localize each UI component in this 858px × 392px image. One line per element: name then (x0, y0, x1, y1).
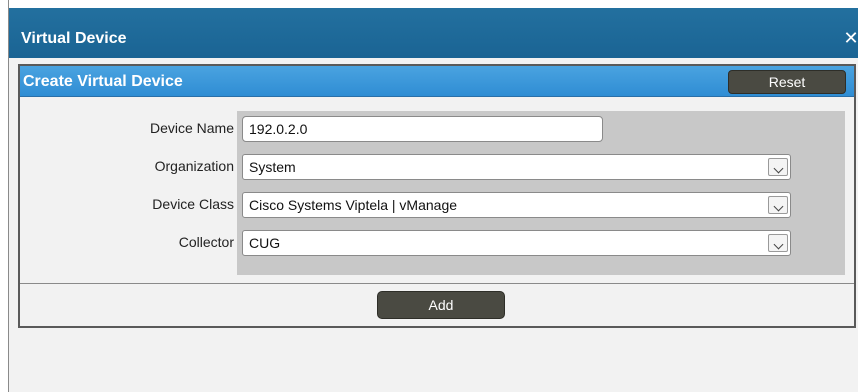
chevron-down-icon[interactable] (768, 158, 788, 176)
chevron-down-icon[interactable] (768, 196, 788, 214)
panel-header: Create Virtual Device Reset (20, 66, 854, 97)
collector-row: Collector CUG (20, 228, 854, 258)
virtual-device-window: Virtual Device ✕ Create Virtual Device R… (8, 0, 858, 392)
device-name-row: Device Name (20, 114, 854, 144)
device-name-label: Device Name (149, 120, 234, 136)
form-area: Device Name Organization System Device C… (20, 97, 854, 284)
collector-label: Collector (178, 234, 234, 250)
device-class-select[interactable]: Cisco Systems Viptela | vManage (242, 192, 791, 218)
organization-row: Organization System (20, 152, 854, 182)
window-title: Virtual Device (21, 30, 127, 47)
reset-button[interactable]: Reset (728, 70, 846, 94)
add-button[interactable]: Add (377, 291, 505, 319)
create-virtual-device-panel: Create Virtual Device Reset Device Name … (18, 64, 856, 328)
titlebar-background (9, 8, 858, 58)
organization-select[interactable]: System (242, 154, 791, 180)
device-class-label: Device Class (152, 196, 234, 212)
collector-select[interactable]: CUG (242, 230, 791, 256)
panel-title: Create Virtual Device (23, 73, 183, 90)
collector-selected-value: CUG (249, 235, 281, 251)
form-footer: Add (20, 285, 854, 326)
device-name-input[interactable] (242, 116, 603, 142)
device-class-selected-value: Cisco Systems Viptela | vManage (249, 197, 458, 213)
close-icon[interactable]: ✕ (843, 28, 858, 48)
organization-selected-value: System (249, 159, 296, 175)
organization-label: Organization (154, 158, 234, 174)
chevron-down-icon[interactable] (768, 234, 788, 252)
device-class-row: Device Class Cisco Systems Viptela | vMa… (20, 190, 854, 220)
window-titlebar: Virtual Device ✕ (9, 0, 858, 58)
